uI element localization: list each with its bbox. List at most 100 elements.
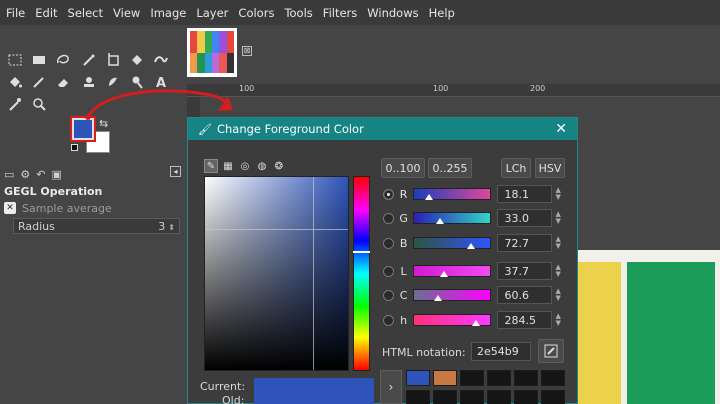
free-select-icon[interactable] [54,51,72,69]
channel-radio-b[interactable] [383,237,394,249]
gimp-selector-icon[interactable]: ✎ [204,159,218,173]
spin-arrows-icon[interactable]: ▲ ▼ [553,185,563,203]
channel-slider-g[interactable] [413,212,492,224]
add-to-history-button[interactable]: › [380,370,402,404]
history-swatch[interactable] [406,389,430,404]
slider-handle-icon[interactable] [467,243,476,249]
channel-radio-g[interactable] [383,212,394,224]
menu-filters[interactable]: Filters [323,6,357,20]
warp-icon[interactable] [152,51,170,69]
history-swatch[interactable] [541,370,565,386]
hue-strip[interactable] [353,176,370,371]
channel-radio-r[interactable] [383,188,394,200]
range-0-255-button[interactable]: 0..255 [428,158,472,178]
html-notation-input[interactable]: 2e54b9 [471,342,531,361]
color-picker-icon[interactable] [6,95,24,113]
channel-value-l[interactable]: 37.7 [497,262,553,280]
channel-value-b[interactable]: 72.7 [497,234,553,252]
slider-handle-icon[interactable] [472,320,480,326]
history-swatch[interactable] [514,389,538,404]
current-label: Current: [200,380,246,393]
slider-handle-icon[interactable] [433,295,442,301]
channel-row-h: h 284.5 ▲ ▼ [383,311,563,329]
palette-selector-icon[interactable]: ❂ [272,159,286,173]
menu-edit[interactable]: Edit [35,6,57,20]
lch-button[interactable]: LCh [501,158,531,178]
spin-arrows-icon[interactable]: ▲ ▼ [553,262,563,280]
paintbrush-icon[interactable] [30,73,48,91]
history-swatch[interactable] [406,370,430,386]
channel-value-c[interactable]: 60.6 [497,286,553,304]
undo-history-tab-icon[interactable]: ↶ [36,168,45,181]
zoom-icon[interactable] [30,95,48,113]
sample-average-row[interactable]: ✕ Sample average [4,201,112,215]
ruler-tick: 200 [530,84,546,93]
menu-tools[interactable]: Tools [284,6,312,20]
channel-value-h[interactable]: 284.5 [497,311,553,329]
channel-row-l: L 37.7 ▲ ▼ [383,262,563,280]
dialog-titlebar[interactable]: 🖌 Change Foreground Color ✕ [188,118,577,140]
channel-slider-l[interactable] [413,265,492,277]
history-swatch[interactable] [433,389,457,404]
sample-average-checkbox[interactable]: ✕ [4,202,16,214]
radius-field[interactable]: Radius 3 ⬍ [13,218,180,234]
history-swatch[interactable] [433,370,457,386]
bucket-fill-icon[interactable] [6,73,24,91]
channel-radio-l[interactable] [383,265,394,277]
images-tab-icon[interactable]: ▣ [52,168,62,181]
history-swatch[interactable] [487,389,511,404]
menu-colors[interactable]: Colors [238,6,274,20]
spin-arrows-icon[interactable]: ▲ ▼ [553,286,563,304]
tool-options-tab-icon[interactable]: ▭ [4,168,14,181]
channel-slider-r[interactable] [413,188,492,200]
rect-select-icon[interactable] [6,51,24,69]
channel-slider-b[interactable] [413,237,492,249]
channel-value-r[interactable]: 18.1 [497,185,553,203]
watercolor-selector-icon[interactable]: ◍ [255,159,269,173]
unified-transform-icon[interactable] [128,51,146,69]
menu-windows[interactable]: Windows [367,6,418,20]
default-colors-icon[interactable] [71,144,78,151]
close-icon[interactable]: ✕ [555,121,567,137]
channel-slider-c[interactable] [413,289,492,301]
hsv-button[interactable]: HSV [535,158,565,178]
ruler-tick: 100 [239,84,255,93]
radius-spin-icon[interactable]: ⬍ [168,223,175,232]
channel-radio-h[interactable] [383,314,394,326]
slider-handle-icon[interactable] [424,194,433,200]
dock-menu-icon[interactable]: ◂ [170,166,181,177]
channel-label: C [399,288,408,302]
history-swatch[interactable] [514,370,538,386]
history-swatch[interactable] [541,389,565,404]
menu-file[interactable]: File [6,6,25,20]
menu-image[interactable]: Image [150,6,186,20]
range-0-100-button[interactable]: 0..100 [381,158,425,178]
channel-radio-c[interactable] [383,289,394,301]
crop-icon[interactable] [104,51,122,69]
history-swatch[interactable] [487,370,511,386]
dialog-app-icon: 🖌 [198,122,212,136]
menu-help[interactable]: Help [429,6,455,20]
wheel-selector-icon[interactable]: ◎ [238,159,252,173]
slider-handle-icon[interactable] [436,218,445,224]
device-status-tab-icon[interactable]: ⚙ [20,168,30,181]
eyedropper-button[interactable] [538,339,564,363]
menu-select[interactable]: Select [68,6,103,20]
close-image-icon[interactable]: ⊠ [242,46,252,56]
ellipse-select-icon[interactable] [30,51,48,69]
image-thumbnail[interactable] [187,28,237,77]
spin-arrows-icon[interactable]: ▲ ▼ [553,311,563,329]
fuzzy-select-icon[interactable] [80,51,98,69]
channel-label: R [399,187,408,201]
history-swatch[interactable] [460,389,484,404]
channel-value-g[interactable]: 33.0 [497,209,553,227]
cmyk-selector-icon[interactable]: ▦ [221,159,235,173]
spin-arrows-icon[interactable]: ▲ ▼ [553,234,563,252]
slider-handle-icon[interactable] [439,271,448,277]
spin-arrows-icon[interactable]: ▲ ▼ [553,209,563,227]
saturation-value-square[interactable] [204,176,349,371]
menu-layer[interactable]: Layer [196,6,228,20]
channel-slider-h[interactable] [413,314,492,326]
menu-view[interactable]: View [113,6,140,20]
history-swatch[interactable] [460,370,484,386]
